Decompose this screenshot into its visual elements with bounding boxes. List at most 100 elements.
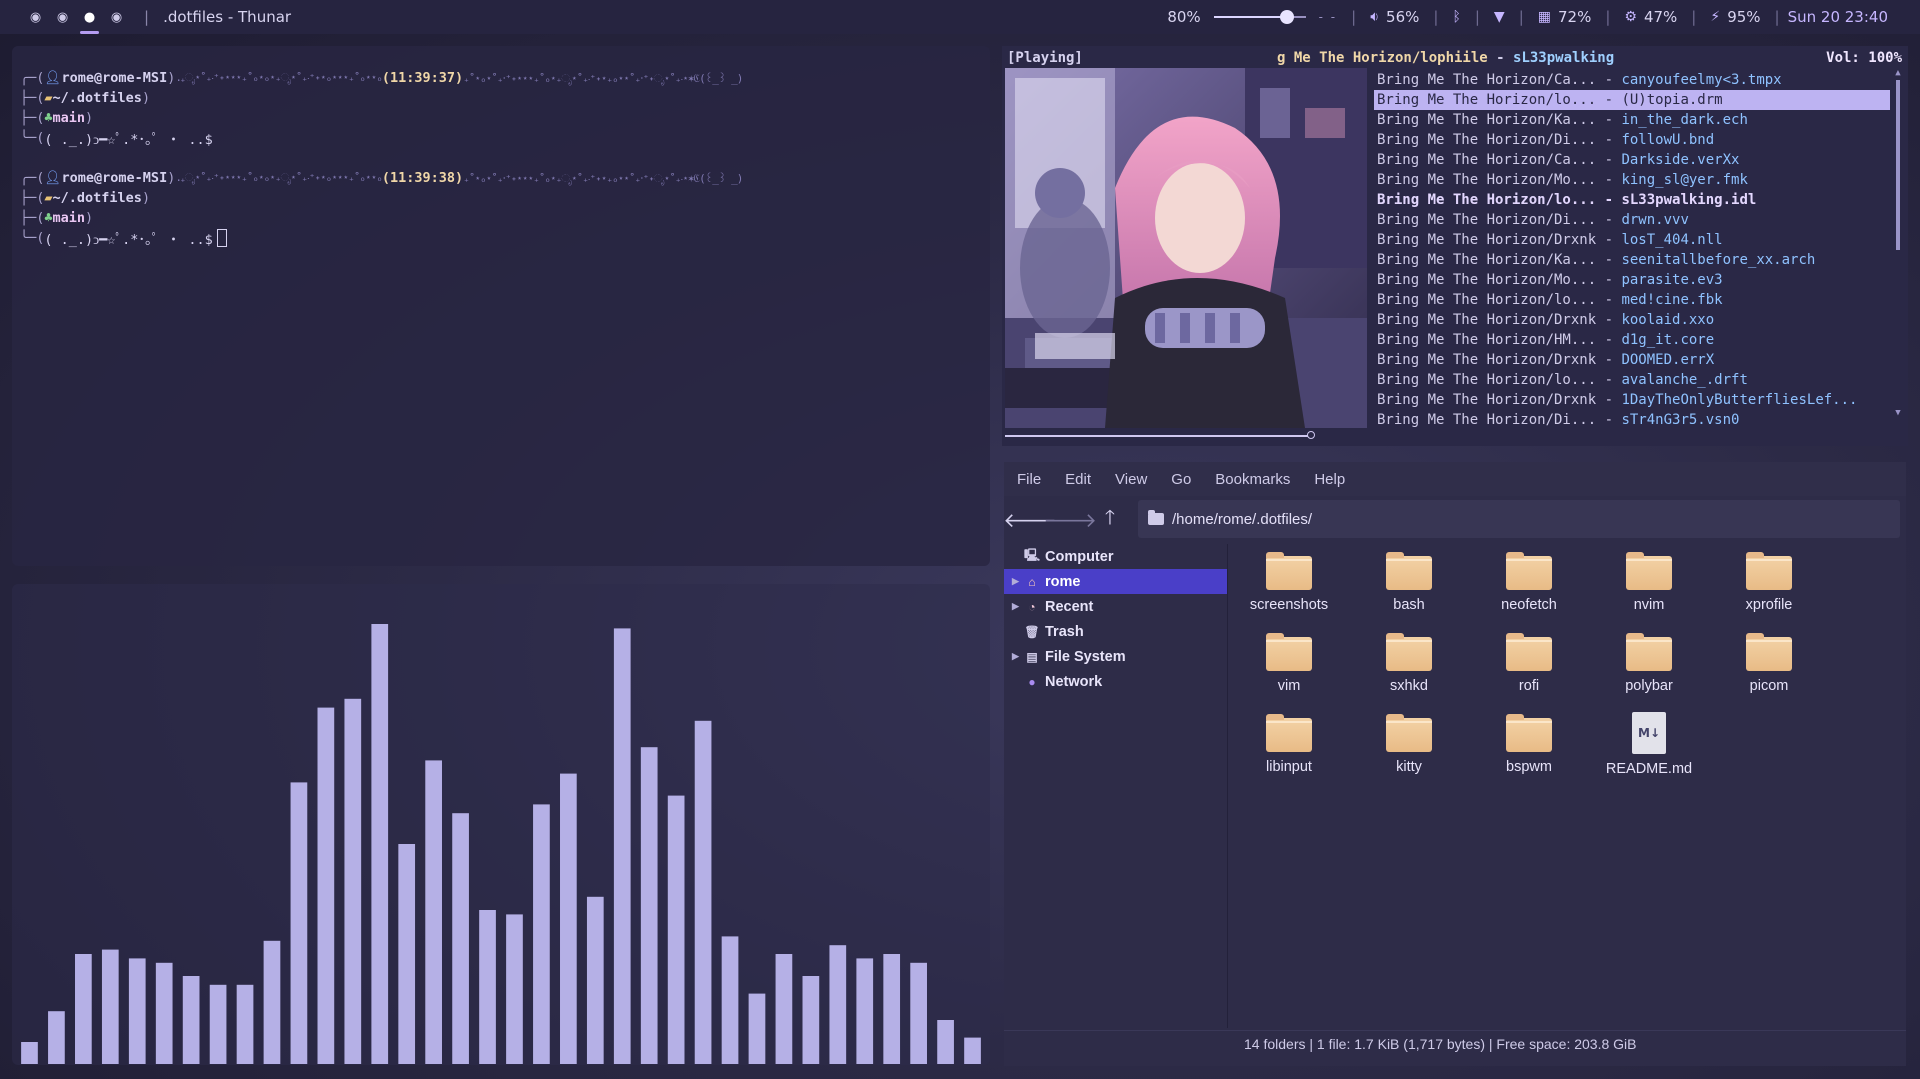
- folder-item[interactable]: xprofile: [1720, 546, 1818, 616]
- brightness-slider[interactable]: [1213, 10, 1306, 24]
- cpu-module: ⚙ 47%: [1618, 8, 1683, 26]
- expander-arrow-icon[interactable]: ▶: [1012, 601, 1019, 612]
- playlist-item-artist: Bring Me The Horizon/Drxnk: [1377, 392, 1597, 408]
- playback-status: [Playing]: [1007, 50, 1083, 66]
- prompt-decoration: .₊ೃ⋆˚₊‧⁺˖⋆⋆⋆₊˚ₒ⋆ₒ⋆₊ೃ⋆˚₊‧⁺˖⋆ₒ⋆⋆⋆₊˚ₒ⋆⋆ₒ: [175, 71, 383, 84]
- prompt-box: ├─(: [20, 110, 45, 126]
- playlist-item-dash: -: [1596, 372, 1622, 388]
- sidebar-item-rome[interactable]: ▶ ⌂ rome: [1004, 569, 1227, 594]
- file-icon-view[interactable]: screenshots bash neofetch nvim xprofile vim sx…: [1240, 544, 1900, 1024]
- visualizer-bar: [425, 760, 442, 1064]
- folder-icon: [1266, 552, 1312, 590]
- file-manager-window[interactable]: File Edit View Go Bookmarks Help 🡐 🡒 🡑 /home/…: [1003, 462, 1906, 1066]
- playlist-item[interactable]: Bring Me The Horizon/lo... - sL33pwalkin…: [1374, 190, 1890, 210]
- volume-module[interactable]: 🔉︎ 56%: [1364, 8, 1425, 26]
- playlist-item[interactable]: Bring Me The Horizon/Di... - followU.bnd: [1374, 130, 1890, 150]
- location-path: /home/rome/.dotfiles/: [1172, 510, 1313, 528]
- item-name: vim: [1277, 678, 1301, 694]
- forward-arrow-icon[interactable]: 🡒: [1043, 506, 1097, 534]
- folder-item[interactable]: bash: [1360, 546, 1458, 616]
- scroll-up-icon[interactable]: ▲: [1892, 68, 1904, 78]
- workspace-switcher[interactable]: ◉ ◉ ● ◉: [22, 0, 130, 34]
- playlist-scrollbar[interactable]: ▲ ▼: [1892, 68, 1904, 418]
- playlist-item[interactable]: Bring Me The Horizon/Ca... - canyoufeelm…: [1374, 70, 1890, 90]
- audio-visualizer: [12, 584, 990, 1065]
- prompt-line-input[interactable]: ╰─(( ._.)ↄ━☆ﾟ.*･｡ﾟ ・ ..$: [20, 128, 982, 148]
- brightness-slider-knob[interactable]: [1280, 10, 1295, 24]
- wifi-module[interactable]: ▼: [1488, 9, 1511, 25]
- folder-item[interactable]: picom: [1720, 627, 1818, 697]
- playlist-item[interactable]: Bring Me The Horizon/Drxnk - 1DayTheOnly…: [1374, 390, 1890, 410]
- back-arrow-icon[interactable]: 🡐: [1003, 506, 1057, 534]
- track-progress-knob[interactable]: [1307, 431, 1315, 439]
- folder-item[interactable]: rofi: [1480, 627, 1578, 697]
- playlist-item[interactable]: Bring Me The Horizon/lo... - avalanche_.…: [1374, 370, 1890, 390]
- playlist-item[interactable]: Bring Me The Horizon/Di... - drwn.vvv: [1374, 210, 1890, 230]
- music-player[interactable]: [Playing] g Me The Horizon/lophiile - sL…: [1002, 46, 1908, 446]
- playlist-item[interactable]: Bring Me The Horizon/Drxnk - DOOMED.errX: [1374, 350, 1890, 370]
- bluetooth-module[interactable]: ᛒ: [1446, 9, 1466, 25]
- volume-label: 56%: [1386, 8, 1420, 26]
- item-name: xprofile: [1745, 597, 1793, 613]
- menu-edit[interactable]: Edit: [1065, 471, 1091, 488]
- workspace-2[interactable]: ◉: [49, 0, 76, 34]
- sidebar-item-computer[interactable]: 🖳 Computer: [1004, 544, 1227, 569]
- playlist-item[interactable]: Bring Me The Horizon/Ka... - in_the_dark…: [1374, 110, 1890, 130]
- playlist-item[interactable]: Bring Me The Horizon/lo... - (U)topia.dr…: [1374, 90, 1890, 110]
- trash-icon: 🗑: [1024, 624, 1040, 639]
- playlist-item[interactable]: Bring Me The Horizon/Ca... - Darkside.ve…: [1374, 150, 1890, 170]
- playlist-item[interactable]: Bring Me The Horizon/Mo... - parasite.ev…: [1374, 270, 1890, 290]
- playlist-item[interactable]: Bring Me The Horizon/Di... - sTr4nG3r5.v…: [1374, 410, 1890, 430]
- visualizer-bar: [236, 984, 254, 1064]
- folder-item[interactable]: bspwm: [1480, 708, 1578, 778]
- sidebar-item-network[interactable]: ● Network: [1004, 669, 1227, 694]
- menu-view[interactable]: View: [1115, 471, 1147, 488]
- scroll-down-icon[interactable]: ▼: [1892, 408, 1904, 418]
- visualizer-bar: [964, 1037, 981, 1064]
- user-icon: 👤︎: [44, 70, 62, 86]
- menu-help[interactable]: Help: [1314, 471, 1345, 488]
- playlist-item[interactable]: Bring Me The Horizon/lo... - med!cine.fb…: [1374, 290, 1890, 310]
- sidebar-item-recent[interactable]: ▶ ◔ Recent: [1004, 594, 1227, 619]
- sidebar-item-trash[interactable]: 🗑 Trash: [1004, 619, 1227, 644]
- location-bar[interactable]: /home/rome/.dotfiles/: [1138, 500, 1900, 538]
- playlist-item[interactable]: Bring Me The Horizon/Drxnk - koolaid.xxo: [1374, 310, 1890, 330]
- expander-arrow-icon[interactable]: ▶: [1012, 576, 1019, 587]
- menu-file[interactable]: File: [1017, 471, 1041, 488]
- prompt-box: ╰─(: [20, 130, 45, 146]
- folder-item[interactable]: vim: [1240, 627, 1338, 697]
- clock[interactable]: Sun 20 23:40: [1788, 8, 1888, 26]
- volume-icon: 🔉︎: [1370, 9, 1380, 25]
- folder-item[interactable]: neofetch: [1480, 546, 1578, 616]
- workspace-1[interactable]: ◉: [22, 0, 49, 34]
- workspace-4[interactable]: ◉: [103, 0, 130, 34]
- playlist-item[interactable]: Bring Me The Horizon/HM... - d1g_it.core: [1374, 330, 1890, 350]
- playlist[interactable]: Bring Me The Horizon/Ca... - canyoufeelm…: [1374, 70, 1890, 430]
- track-progress-bar[interactable]: [1005, 431, 1905, 439]
- playlist-scrollbar-thumb[interactable]: [1896, 80, 1900, 250]
- folder-item[interactable]: libinput: [1240, 708, 1338, 778]
- battery-module: ⚡ 95%: [1704, 8, 1766, 26]
- expander-arrow-icon[interactable]: ▶: [1012, 651, 1019, 662]
- file-item[interactable]: M↓ README.md: [1600, 708, 1698, 778]
- terminal-window[interactable]: ╭─(👤︎ rome@rome-MSI) .₊ೃ⋆˚₊‧⁺˖⋆⋆⋆₊˚ₒ⋆ₒ⋆₊ೃ⋆…: [12, 46, 990, 566]
- up-arrow-icon[interactable]: 🡑: [1096, 506, 1124, 534]
- prompt-line-input[interactable]: ╰─(( ._.)ↄ━☆ﾟ.*･｡ﾟ ・ ..$: [20, 228, 982, 248]
- item-name: polybar: [1625, 678, 1673, 694]
- bar-separator: |: [1433, 8, 1439, 26]
- workspace-3[interactable]: ●: [76, 0, 103, 34]
- menu-bookmarks[interactable]: Bookmarks: [1215, 471, 1290, 488]
- folder-item[interactable]: screenshots: [1240, 546, 1338, 616]
- playlist-item[interactable]: Bring Me The Horizon/Ka... - seenitallbe…: [1374, 250, 1890, 270]
- item-name: nvim: [1633, 597, 1665, 613]
- folder-item[interactable]: kitty: [1360, 708, 1458, 778]
- visualizer-bar: [479, 910, 496, 1064]
- folder-item[interactable]: polybar: [1600, 627, 1698, 697]
- folder-item[interactable]: sxhkd: [1360, 627, 1458, 697]
- playlist-item[interactable]: Bring Me The Horizon/Mo... - king_sl@yer…: [1374, 170, 1890, 190]
- sidebar-item-file-system[interactable]: ▶ ▤ File System: [1004, 644, 1227, 669]
- menu-go[interactable]: Go: [1171, 471, 1191, 488]
- brightness-module[interactable]: 80% - -: [1161, 8, 1343, 26]
- playlist-item[interactable]: Bring Me The Horizon/Drxnk - losT_404.nl…: [1374, 230, 1890, 250]
- folder-item[interactable]: nvim: [1600, 546, 1698, 616]
